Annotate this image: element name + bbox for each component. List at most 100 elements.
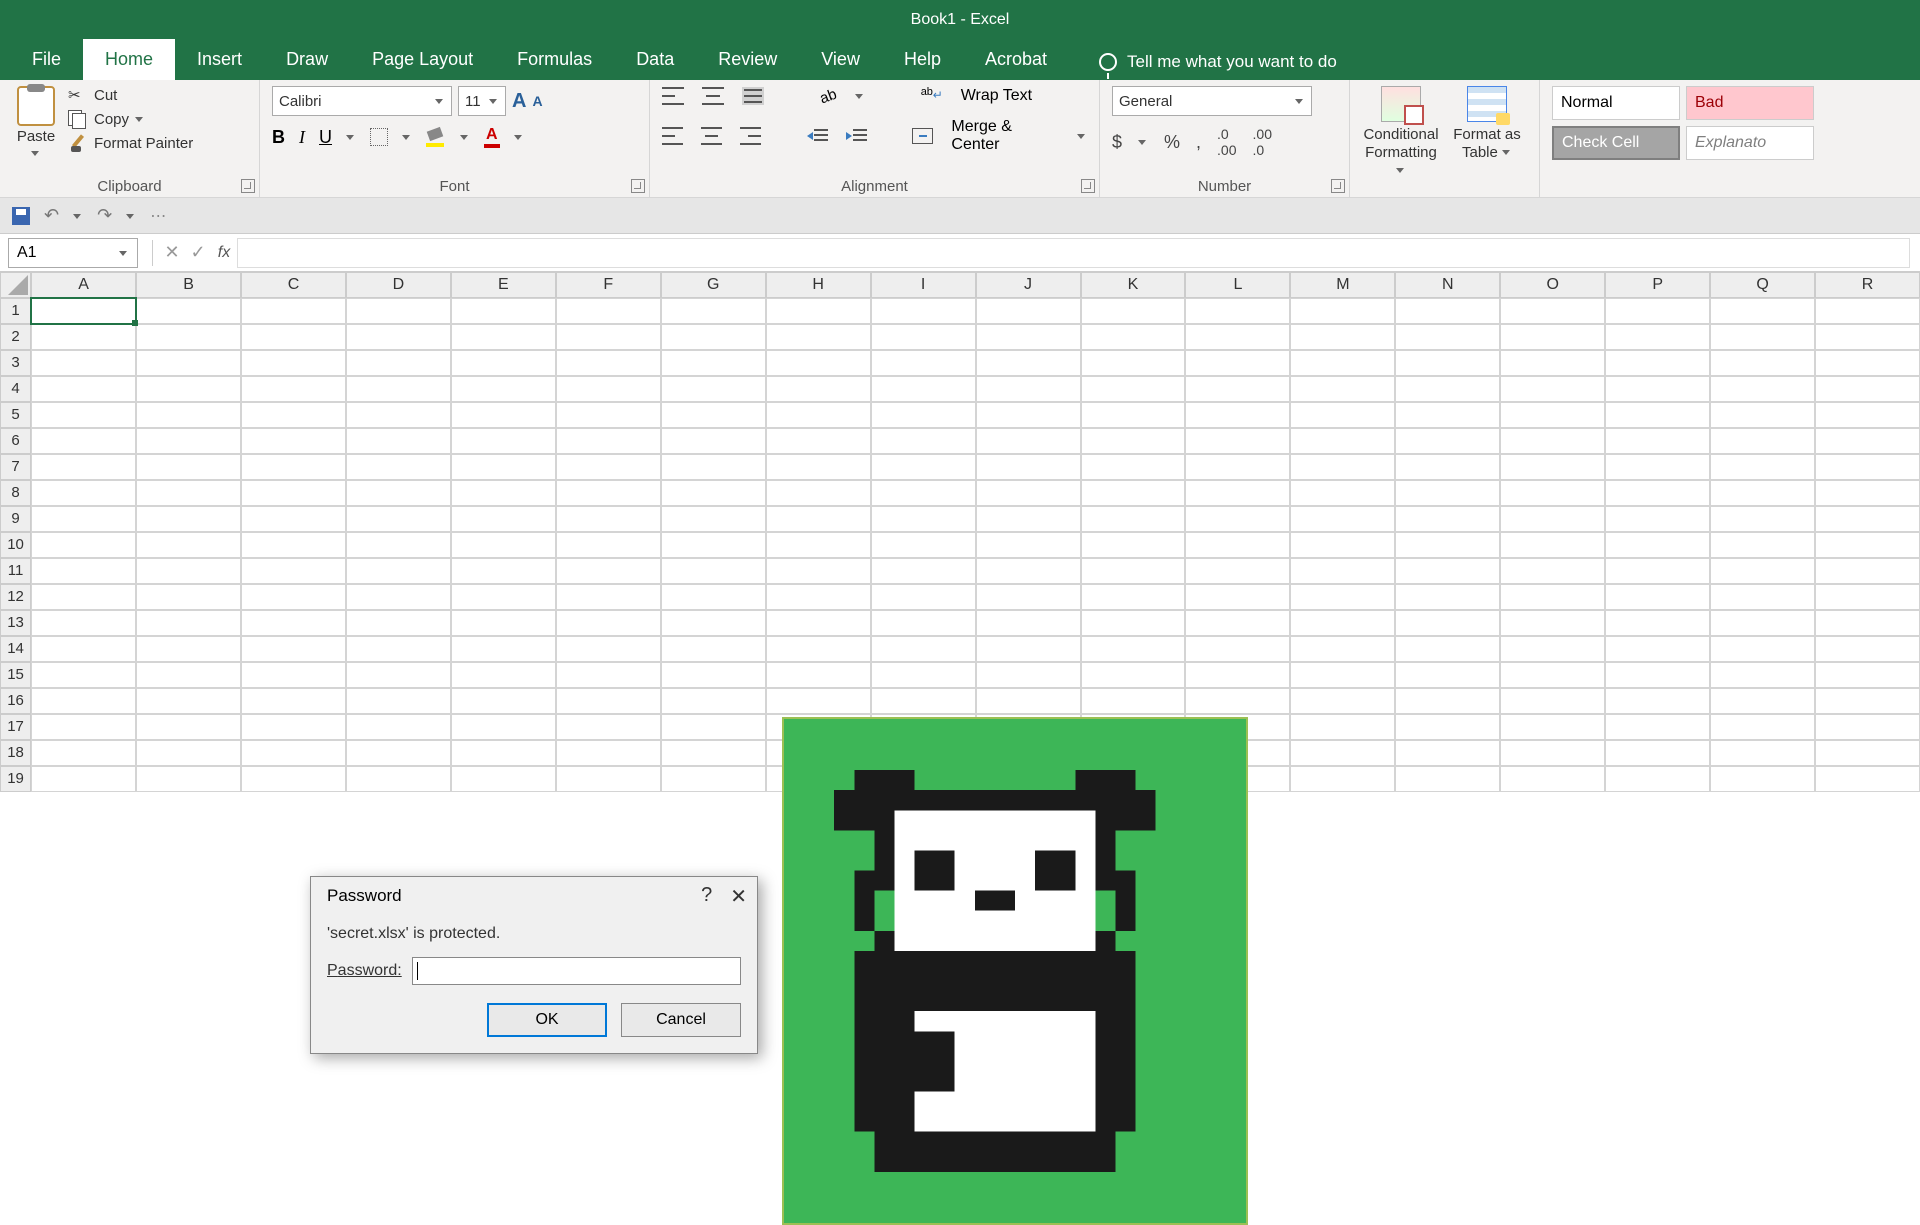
cell[interactable]	[871, 662, 976, 688]
chevron-down-icon[interactable]	[460, 132, 470, 142]
comma-format-button[interactable]: ,	[1196, 132, 1201, 153]
cell[interactable]	[1290, 532, 1395, 558]
cell[interactable]	[976, 610, 1081, 636]
cell[interactable]	[1081, 506, 1186, 532]
cell[interactable]	[241, 558, 346, 584]
name-box[interactable]: A1	[8, 238, 138, 268]
cell[interactable]	[1395, 636, 1500, 662]
cell[interactable]	[241, 402, 346, 428]
cell[interactable]	[241, 350, 346, 376]
formula-input[interactable]	[237, 238, 1910, 268]
cell[interactable]	[1815, 766, 1920, 792]
cell[interactable]	[556, 324, 661, 350]
cell[interactable]	[1081, 636, 1186, 662]
cell[interactable]	[31, 532, 136, 558]
cell[interactable]	[1710, 584, 1815, 610]
cell[interactable]	[1185, 662, 1290, 688]
cell[interactable]	[1395, 714, 1500, 740]
cell[interactable]	[1290, 662, 1395, 688]
cell[interactable]	[31, 402, 136, 428]
cell[interactable]	[136, 298, 241, 324]
cell[interactable]	[1081, 688, 1186, 714]
cell[interactable]	[1395, 558, 1500, 584]
cell[interactable]	[1290, 350, 1395, 376]
style-check-cell[interactable]: Check Cell	[1552, 126, 1680, 160]
cell[interactable]	[1395, 376, 1500, 402]
cell[interactable]	[241, 714, 346, 740]
increase-indent-icon[interactable]	[846, 127, 867, 145]
cell[interactable]	[766, 532, 871, 558]
cell[interactable]	[1815, 324, 1920, 350]
cell[interactable]	[1290, 454, 1395, 480]
cell[interactable]	[556, 740, 661, 766]
cell[interactable]	[766, 350, 871, 376]
cell[interactable]	[1815, 636, 1920, 662]
cell[interactable]	[556, 402, 661, 428]
align-middle-icon[interactable]	[702, 87, 724, 105]
bold-button[interactable]: B	[272, 127, 285, 148]
percent-format-button[interactable]: %	[1164, 132, 1180, 153]
column-header[interactable]: D	[346, 272, 451, 298]
cell[interactable]	[661, 350, 766, 376]
cell[interactable]	[1081, 324, 1186, 350]
cell[interactable]	[1605, 324, 1710, 350]
cell[interactable]	[241, 766, 346, 792]
cell[interactable]	[1395, 480, 1500, 506]
cell[interactable]	[661, 506, 766, 532]
cell[interactable]	[661, 740, 766, 766]
tab-review[interactable]: Review	[696, 39, 799, 80]
cell[interactable]	[346, 506, 451, 532]
cell[interactable]	[1500, 714, 1605, 740]
cell[interactable]	[451, 584, 556, 610]
borders-button[interactable]	[370, 128, 388, 146]
redo-button[interactable]: ↷	[97, 205, 112, 226]
column-header[interactable]: H	[766, 272, 871, 298]
cell[interactable]	[1185, 636, 1290, 662]
cell[interactable]	[1395, 428, 1500, 454]
cell[interactable]	[346, 558, 451, 584]
cell[interactable]	[451, 740, 556, 766]
cell[interactable]	[241, 636, 346, 662]
row-header[interactable]: 8	[0, 480, 31, 506]
qat-customize[interactable]: ⋯	[150, 206, 166, 226]
cell[interactable]	[31, 688, 136, 714]
cell[interactable]	[136, 636, 241, 662]
cell[interactable]	[31, 558, 136, 584]
cell[interactable]	[241, 506, 346, 532]
cell[interactable]	[31, 506, 136, 532]
cell[interactable]	[31, 584, 136, 610]
cell[interactable]	[346, 402, 451, 428]
cell[interactable]	[451, 506, 556, 532]
cell[interactable]	[1185, 324, 1290, 350]
cell[interactable]	[1815, 584, 1920, 610]
cell[interactable]	[1605, 662, 1710, 688]
column-header[interactable]: R	[1815, 272, 1920, 298]
cell[interactable]	[1500, 428, 1605, 454]
cell[interactable]	[871, 428, 976, 454]
cell[interactable]	[1290, 506, 1395, 532]
cell[interactable]	[1500, 324, 1605, 350]
cancel-formula-button[interactable]: ✕	[159, 242, 185, 263]
cell[interactable]	[1081, 610, 1186, 636]
cell[interactable]	[346, 766, 451, 792]
cell[interactable]	[31, 350, 136, 376]
row-header[interactable]: 6	[0, 428, 31, 454]
cell[interactable]	[451, 610, 556, 636]
column-header[interactable]: B	[136, 272, 241, 298]
cell[interactable]	[871, 298, 976, 324]
cell[interactable]	[766, 558, 871, 584]
row-header[interactable]: 13	[0, 610, 31, 636]
cell[interactable]	[976, 298, 1081, 324]
row-header[interactable]: 9	[0, 506, 31, 532]
cell[interactable]	[241, 376, 346, 402]
align-right-icon[interactable]	[740, 127, 761, 145]
cell[interactable]	[1815, 662, 1920, 688]
cell[interactable]	[346, 480, 451, 506]
cell[interactable]	[1710, 376, 1815, 402]
decrease-indent-icon[interactable]	[807, 127, 828, 145]
insert-function-button[interactable]: fx	[211, 244, 237, 262]
cell[interactable]	[1185, 688, 1290, 714]
underline-button[interactable]: U	[319, 127, 332, 148]
cell[interactable]	[661, 714, 766, 740]
cell[interactable]	[1710, 324, 1815, 350]
